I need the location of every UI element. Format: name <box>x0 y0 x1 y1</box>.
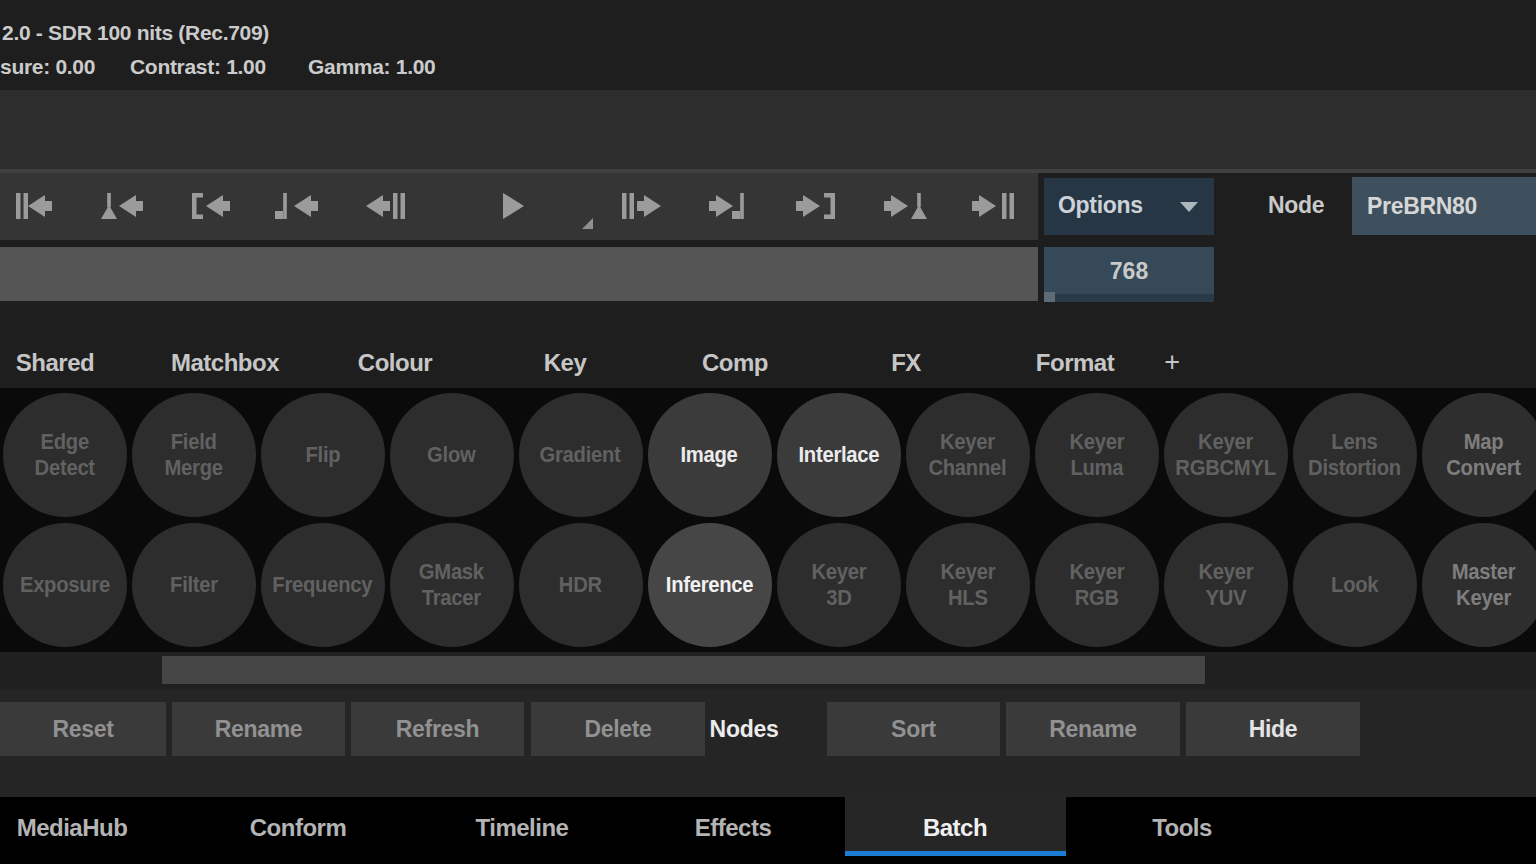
frame-counter-field[interactable]: 768 <box>1044 247 1214 302</box>
node-hdr[interactable]: HDR <box>519 523 643 647</box>
palette-tab-add[interactable]: + <box>1164 347 1179 378</box>
palette-tab-fx[interactable]: FX <box>891 349 921 377</box>
node-filter[interactable]: Filter <box>132 523 256 647</box>
node-glow[interactable]: Glow <box>390 393 514 517</box>
exposure-readout: sure: 0.00 <box>0 55 95 79</box>
node-keyer-yuv[interactable]: KeyerYUV <box>1164 523 1288 647</box>
previous-marker-icon[interactable] <box>101 191 145 221</box>
play-options-corner-icon <box>582 218 593 229</box>
options-button[interactable]: Options <box>1044 178 1214 235</box>
step-back-icon[interactable] <box>363 191 407 221</box>
previous-segment-icon[interactable] <box>188 191 232 221</box>
tab-effects[interactable]: Effects <box>695 814 772 842</box>
bottom-tab-bar: MediaHub Conform Timeline Effects Batch Tools <box>0 797 1536 864</box>
hide-button[interactable]: Hide <box>1186 702 1360 756</box>
node-interlace[interactable]: Interlace <box>777 393 901 517</box>
frame-counter-value: 768 <box>1110 258 1148 284</box>
play-icon[interactable] <box>488 191 532 221</box>
node-keyer-3d[interactable]: Keyer3D <box>777 523 901 647</box>
active-tab-underline <box>845 851 1066 856</box>
contrast-readout: Contrast: 1.00 <box>130 55 266 79</box>
tab-tools[interactable]: Tools <box>1152 814 1212 842</box>
step-forward-icon[interactable] <box>620 191 664 221</box>
palette-scrollbar <box>0 652 1536 690</box>
viewer-bottom-strip <box>0 90 1536 169</box>
next-keyframe-icon[interactable] <box>708 191 752 221</box>
refresh-button[interactable]: Refresh <box>351 702 524 756</box>
node-field-merge[interactable]: FieldMerge <box>132 393 256 517</box>
timeline-scrub-bar[interactable] <box>0 247 1038 301</box>
reset-button[interactable]: Reset <box>0 702 166 756</box>
jump-to-start-icon[interactable] <box>13 191 57 221</box>
node-label: Node <box>1268 192 1324 219</box>
node-gradient[interactable]: Gradient <box>519 393 643 517</box>
tab-mediahub[interactable]: MediaHub <box>17 814 128 842</box>
node-keyer-rgbcmyl[interactable]: KeyerRGBCMYL <box>1164 393 1288 517</box>
delete-button[interactable]: Delete <box>531 702 705 756</box>
frame-counter-corner <box>1044 292 1055 302</box>
palette-tab-matchbox[interactable]: Matchbox <box>171 349 279 377</box>
node-frequency[interactable]: Frequency <box>261 523 385 647</box>
viewer-title: 2.0 - SDR 100 nits (Rec.709) <box>2 21 269 45</box>
options-button-label: Options <box>1058 192 1143 219</box>
node-image[interactable]: Image <box>648 393 772 517</box>
sort-button[interactable]: Sort <box>827 702 1000 756</box>
node-flip[interactable]: Flip <box>261 393 385 517</box>
node-keyer-luma[interactable]: KeyerLuma <box>1035 393 1159 517</box>
node-keyer-channel[interactable]: KeyerChannel <box>906 393 1030 517</box>
rename-button[interactable]: Rename <box>172 702 345 756</box>
node-gmask-tracer[interactable]: GMaskTracer <box>390 523 514 647</box>
palette-tab-colour[interactable]: Colour <box>358 349 432 377</box>
next-marker-icon[interactable] <box>883 191 927 221</box>
chevron-down-icon <box>1180 202 1198 212</box>
node-look[interactable]: Look <box>1293 523 1417 647</box>
palette-tab-key[interactable]: Key <box>544 349 587 377</box>
node-edge-detect[interactable]: EdgeDetect <box>3 393 127 517</box>
node-lens-distortion[interactable]: LensDistortion <box>1293 393 1417 517</box>
node-keyer-hls[interactable]: KeyerHLS <box>906 523 1030 647</box>
actions-band: ResetRenameRefreshDeleteSortRenameHideNo… <box>0 690 1536 797</box>
next-segment-icon[interactable] <box>795 191 839 221</box>
palette-tab-shared[interactable]: Shared <box>16 349 94 377</box>
flame-batch-screen: 2.0 - SDR 100 nits (Rec.709) sure: 0.00 … <box>0 0 1536 864</box>
tab-timeline[interactable]: Timeline <box>476 814 569 842</box>
tab-batch[interactable]: Batch <box>923 814 987 842</box>
tab-conform[interactable]: Conform <box>250 814 346 842</box>
node-keyer-rgb[interactable]: KeyerRGB <box>1035 523 1159 647</box>
previous-keyframe-icon[interactable] <box>275 191 319 221</box>
palette-tab-format[interactable]: Format <box>1036 349 1114 377</box>
nodes-section-label: Nodes <box>710 702 779 756</box>
palette-tab-comp[interactable]: Comp <box>702 349 768 377</box>
node-palette: EdgeDetectFieldMergeFlipGlowGradientImag… <box>0 388 1536 652</box>
node-inference[interactable]: Inference <box>648 523 772 647</box>
gamma-readout: Gamma: 1.00 <box>308 55 435 79</box>
palette-scrollbar-thumb[interactable] <box>162 656 1205 684</box>
jump-to-end-icon[interactable] <box>971 191 1015 221</box>
node-exposure[interactable]: Exposure <box>3 523 127 647</box>
node-master-keyer[interactable]: MasterKeyer <box>1422 523 1536 647</box>
node-map-convert[interactable]: MapConvert <box>1422 393 1536 517</box>
node-name-field[interactable]: PreBRN80 <box>1352 177 1536 235</box>
frame-counter-strip <box>1044 294 1214 302</box>
rename-button[interactable]: Rename <box>1006 702 1180 756</box>
